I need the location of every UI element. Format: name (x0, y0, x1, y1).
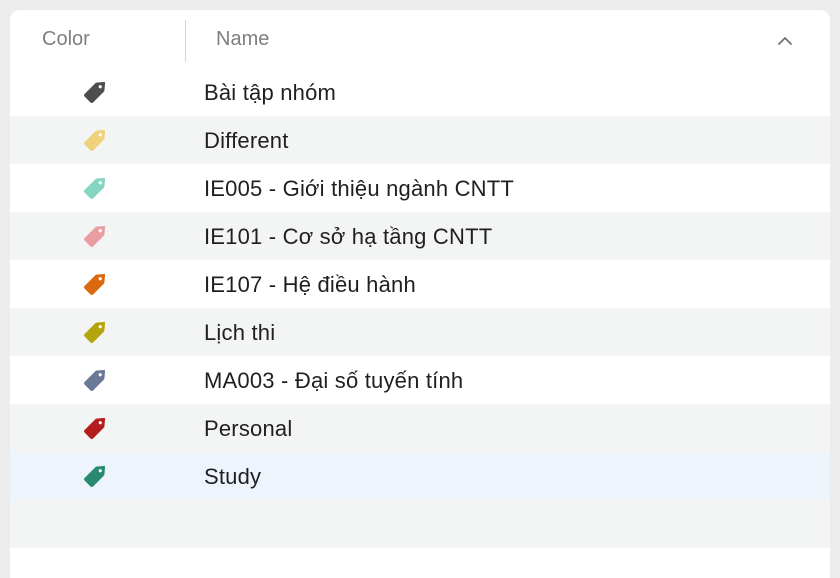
tag-name: Bài tập nhóm (204, 80, 337, 105)
chevron-up-icon[interactable] (776, 32, 794, 50)
table-row[interactable]: IE107 - Hệ điều hành (10, 260, 830, 308)
tag-icon (83, 129, 106, 152)
tag-name: Personal (204, 416, 293, 441)
name-column-header[interactable]: Name (216, 28, 269, 51)
tag-icon (83, 81, 106, 104)
table-row[interactable]: IE005 - Giới thiệu ngành CNTT (10, 164, 830, 212)
table-row[interactable]: Lịch thi (10, 308, 830, 356)
tag-name: MA003 - Đại số tuyến tính (204, 368, 464, 393)
tag-icon (83, 321, 106, 344)
tag-icon (83, 417, 106, 440)
tag-name: IE107 - Hệ điều hành (204, 272, 416, 297)
table-row[interactable]: Study (10, 452, 830, 500)
tag-icon (83, 369, 106, 392)
tag-icon (83, 177, 106, 200)
tag-name: Different (204, 128, 289, 153)
color-column-header[interactable]: Color (42, 28, 90, 51)
table-row[interactable]: Bài tập nhóm (10, 68, 830, 116)
tag-name: IE101 - Cơ sở hạ tầng CNTT (204, 224, 493, 249)
table-row[interactable]: IE101 - Cơ sở hạ tầng CNTT (10, 212, 830, 260)
tag-name: Study (204, 464, 262, 489)
tag-icon (83, 465, 106, 488)
empty-row (10, 500, 830, 548)
table-row[interactable]: Different (10, 116, 830, 164)
tag-name: Lịch thi (204, 320, 276, 345)
empty-row (10, 548, 830, 578)
column-divider[interactable] (185, 20, 186, 62)
table-row[interactable]: MA003 - Đại số tuyến tính (10, 356, 830, 404)
table-row[interactable]: Personal (10, 404, 830, 452)
tags-table-body: Bài tập nhóm Different IE005 - Giới thiệu … (10, 68, 830, 578)
tag-icon (83, 273, 106, 296)
table-header: Color Name (10, 10, 830, 68)
tags-list-panel: Color Name Bài tập nhóm Different IE005 - … (10, 10, 830, 578)
tag-icon (83, 225, 106, 248)
tag-name: IE005 - Giới thiệu ngành CNTT (204, 176, 515, 201)
